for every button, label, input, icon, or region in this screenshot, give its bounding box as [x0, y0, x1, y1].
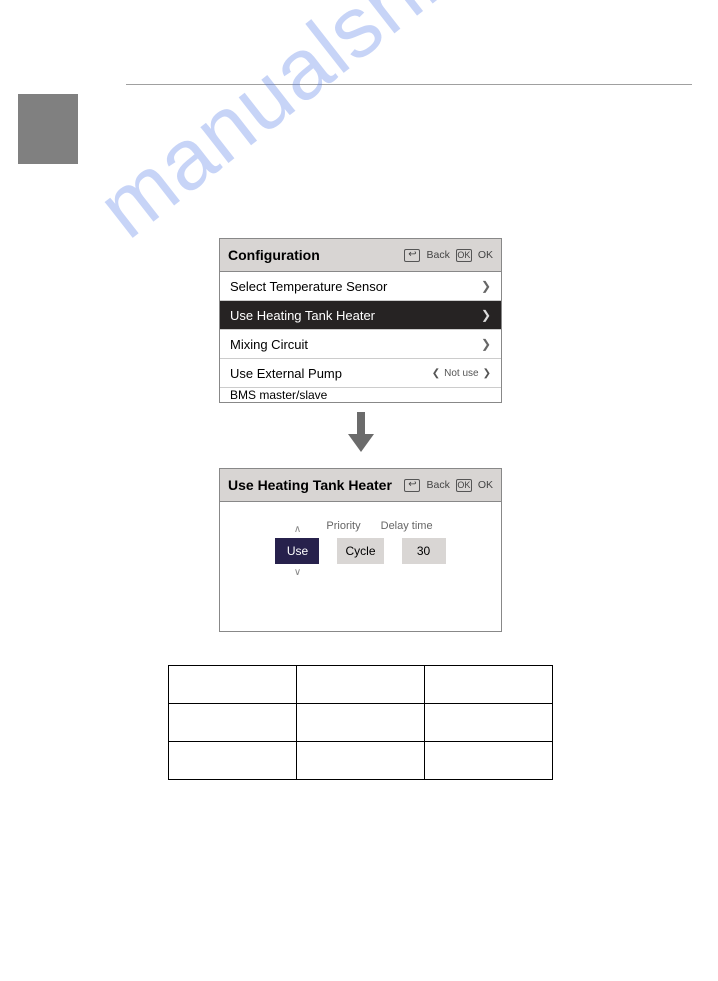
- list-item-use-heating-tank-heater[interactable]: Use Heating Tank Heater ❯: [220, 301, 501, 330]
- horizontal-rule: [126, 84, 692, 85]
- heater-title: Use Heating Tank Heater: [228, 477, 404, 493]
- empty-table: [168, 665, 553, 780]
- chevron-right-icon: ❯: [481, 308, 491, 322]
- chevron-right-icon[interactable]: ❯: [483, 368, 491, 379]
- table-row: [169, 666, 553, 704]
- value-controls: ∧ Use ∨ Cycle 30: [275, 538, 445, 564]
- back-label[interactable]: Back: [426, 249, 449, 261]
- list-item-select-temp-sensor[interactable]: Select Temperature Sensor ❯: [220, 272, 501, 301]
- table-row: [169, 704, 553, 742]
- arrow-down-icon: [348, 412, 374, 452]
- list-item-label: Select Temperature Sensor: [230, 279, 387, 294]
- ok-icon[interactable]: OK: [456, 249, 472, 262]
- ok-label[interactable]: OK: [478, 249, 493, 261]
- configuration-list: Select Temperature Sensor ❯ Use Heating …: [219, 272, 502, 403]
- list-item-partial[interactable]: BMS master/slave: [220, 388, 501, 403]
- list-item-label: BMS master/slave: [230, 388, 327, 402]
- back-label[interactable]: Back: [426, 479, 449, 491]
- ok-icon[interactable]: OK: [456, 479, 472, 492]
- column-labels: Priority Delay time: [326, 520, 432, 532]
- inline-value-control[interactable]: ❮ Not use ❯: [432, 368, 491, 379]
- list-item-label: Use Heating Tank Heater: [230, 308, 375, 323]
- use-value[interactable]: Use: [275, 538, 319, 564]
- watermark: manualshive.com: [80, 0, 680, 258]
- ok-label[interactable]: OK: [478, 479, 493, 491]
- caret-down-icon[interactable]: ∨: [294, 567, 301, 578]
- caret-up-icon[interactable]: ∧: [294, 524, 301, 535]
- use-spinner[interactable]: ∧ Use ∨: [275, 538, 319, 564]
- titlebar-actions: ↩ Back OK OK: [404, 479, 493, 492]
- delay-time-label: Delay time: [381, 520, 433, 532]
- chevron-right-icon: ❯: [481, 337, 491, 351]
- priority-label: Priority: [326, 520, 360, 532]
- configuration-screen: Configuration ↩ Back OK OK Select Temper…: [219, 238, 502, 403]
- list-item-mixing-circuit[interactable]: Mixing Circuit ❯: [220, 330, 501, 359]
- configuration-titlebar: Configuration ↩ Back OK OK: [219, 238, 502, 272]
- delay-time-value[interactable]: 30: [402, 538, 446, 564]
- back-icon[interactable]: ↩: [404, 249, 420, 262]
- list-item-label: Use External Pump: [230, 366, 342, 381]
- use-heating-tank-heater-screen: Use Heating Tank Heater ↩ Back OK OK Pri…: [219, 468, 502, 632]
- value: Not use: [444, 368, 478, 379]
- configuration-title: Configuration: [228, 247, 404, 263]
- titlebar-actions: ↩ Back OK OK: [404, 249, 493, 262]
- list-item-use-external-pump[interactable]: Use External Pump ❮ Not use ❯: [220, 359, 501, 388]
- priority-value[interactable]: Cycle: [337, 538, 383, 564]
- chevron-right-icon: ❯: [481, 279, 491, 293]
- table-row: [169, 742, 553, 780]
- heater-titlebar: Use Heating Tank Heater ↩ Back OK OK: [219, 468, 502, 502]
- back-icon[interactable]: ↩: [404, 479, 420, 492]
- heater-body: Priority Delay time ∧ Use ∨ Cycle 30: [219, 502, 502, 632]
- chevron-left-icon[interactable]: ❮: [432, 368, 440, 379]
- page-side-tab: [18, 94, 78, 164]
- list-item-label: Mixing Circuit: [230, 337, 308, 352]
